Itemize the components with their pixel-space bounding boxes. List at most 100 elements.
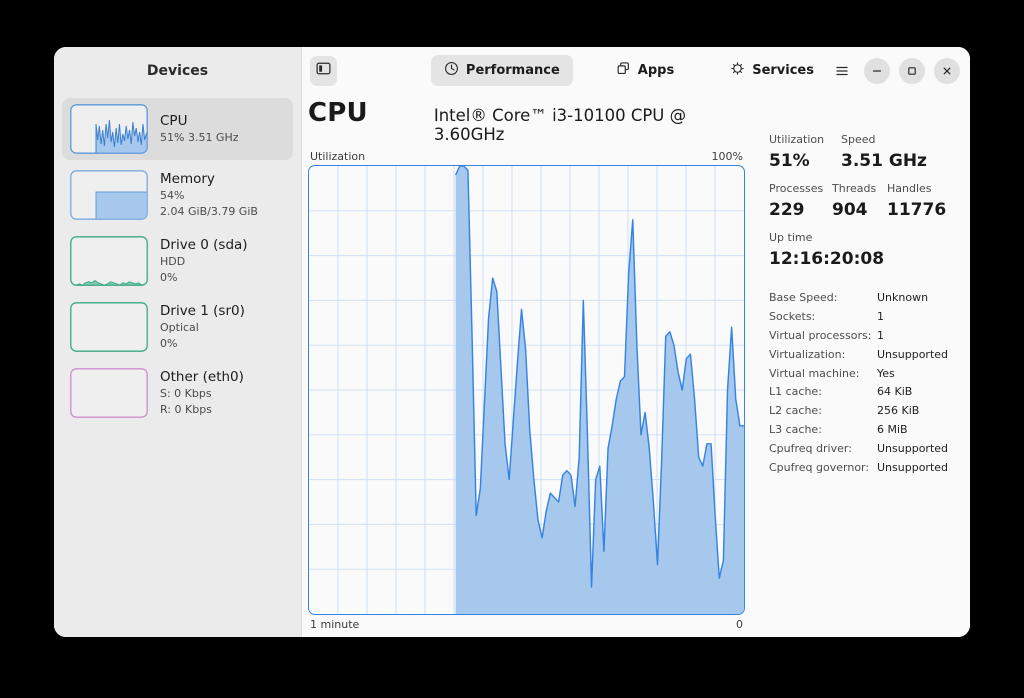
toolbar: Performance Apps — [302, 47, 970, 94]
stat-handles: Handles 11776 — [887, 181, 946, 222]
spec-value: Yes — [877, 365, 960, 384]
stat-uptime: Up time 12:16:20:08 — [769, 230, 960, 271]
stat-utilization: Utilization 51% — [769, 132, 841, 173]
spec-value: Unsupported — [877, 459, 960, 478]
stat-handles-label: Handles — [887, 181, 946, 198]
sidebar-item-drive-1-sr0[interactable]: Drive 1 (sr0)Optical0% — [62, 296, 293, 358]
minimize-icon — [871, 65, 883, 77]
spec-key: Base Speed: — [769, 289, 877, 308]
task-manager-window: Devices CPU51% 3.51 GHzMemory54%2.04 GiB… — [54, 47, 970, 637]
chart-x-end-label: 0 — [736, 618, 743, 631]
utilization-chart-svg — [309, 166, 744, 614]
stats-panel: Utilization 51% Speed 3.51 GHz Processes… — [745, 94, 960, 637]
stat-speed: Speed 3.51 GHz — [841, 132, 927, 173]
sidebar-item-other-eth0[interactable]: Other (eth0)S: 0 KbpsR: 0 Kbps — [62, 362, 293, 424]
sidebar-item-cpu[interactable]: CPU51% 3.51 GHz — [62, 98, 293, 160]
sidebar-item-text: Memory54%2.04 GiB/3.79 GiB — [160, 170, 258, 220]
chart-y-max-label: 100% — [712, 150, 743, 163]
close-button[interactable] — [934, 58, 960, 84]
window-controls — [829, 58, 960, 84]
chart-top-axis: Utilization 100% — [308, 150, 745, 165]
maximize-icon — [906, 65, 918, 77]
memory-thumbnail — [70, 170, 148, 220]
sidebar-toggle-button[interactable] — [310, 56, 337, 86]
spec-key: Cpufreq governor: — [769, 459, 877, 478]
stat-uptime-label: Up time — [769, 230, 960, 247]
spec-key: L3 cache: — [769, 421, 877, 440]
stat-processes-value: 229 — [769, 198, 832, 223]
sidebar-item-text: Drive 1 (sr0)Optical0% — [160, 302, 245, 352]
stat-processes-label: Processes — [769, 181, 832, 198]
gear-icon — [730, 61, 745, 80]
spec-key: Cpufreq driver: — [769, 440, 877, 459]
main-panel: Performance Apps — [302, 47, 970, 637]
sidebar-item-label: CPU — [160, 112, 239, 130]
sidebar-item-sub2: 0% — [160, 337, 245, 352]
tab-apps-label: Apps — [638, 63, 674, 78]
device-list: CPU51% 3.51 GHz Memory54%2.04 GiB/3.79 Gi… — [54, 94, 301, 424]
chart-x-start-label: 1 minute — [310, 618, 359, 631]
sidebar-item-text: Drive 0 (sda)HDD0% — [160, 236, 248, 286]
stat-utilization-value: 51% — [769, 149, 841, 174]
stats-row-primary: Utilization 51% Speed 3.51 GHz — [769, 132, 960, 173]
tab-bar: Performance Apps — [431, 55, 827, 86]
hamburger-menu-icon — [834, 63, 850, 79]
sidebar-item-sub1: Optical — [160, 321, 245, 336]
tab-performance[interactable]: Performance — [431, 55, 573, 86]
stat-speed-value: 3.51 GHz — [841, 149, 927, 174]
stat-threads-label: Threads — [832, 181, 887, 198]
spec-key: Sockets: — [769, 308, 877, 327]
sidebar-item-sub1: 51% 3.51 GHz — [160, 131, 239, 146]
spec-value: 6 MiB — [877, 421, 960, 440]
network-thumbnail — [70, 368, 148, 418]
gauge-icon — [444, 61, 459, 80]
cpu-spec-table: Base Speed:UnknownSockets:1Virtual proce… — [769, 289, 960, 477]
sidebar-item-label: Drive 1 (sr0) — [160, 302, 245, 320]
stat-threads-value: 904 — [832, 198, 887, 223]
tab-services-label: Services — [752, 63, 814, 78]
spec-value: Unsupported — [877, 346, 960, 365]
spec-value: 256 KiB — [877, 402, 960, 421]
stat-handles-value: 11776 — [887, 198, 946, 223]
sidebar-item-sub1: 54% — [160, 189, 258, 204]
spec-key: L2 cache: — [769, 402, 877, 421]
stats-row-secondary: Processes 229 Threads 904 Handles 11776 — [769, 181, 960, 222]
content-area: CPU Intel® Core™ i3-10100 CPU @ 3.60GHz … — [302, 94, 970, 637]
spec-key: L1 cache: — [769, 383, 877, 402]
devices-sidebar: Devices CPU51% 3.51 GHz Memory54%2.04 GiB… — [54, 47, 302, 637]
optical-drive-thumbnail — [70, 302, 148, 352]
device-heading: CPU Intel® Core™ i3-10100 CPU @ 3.60GHz — [308, 94, 745, 150]
sidebar-item-memory[interactable]: Memory54%2.04 GiB/3.79 GiB — [62, 164, 293, 226]
windows-stack-icon — [616, 61, 631, 80]
stat-threads: Threads 904 — [832, 181, 887, 222]
cpu-model-label: Intel® Core™ i3-10100 CPU @ 3.60GHz — [434, 106, 745, 144]
stat-uptime-value: 12:16:20:08 — [769, 247, 960, 272]
spec-key: Virtualization: — [769, 346, 877, 365]
stat-utilization-label: Utilization — [769, 132, 841, 149]
spec-key: Virtual processors: — [769, 327, 877, 346]
spec-value: Unsupported — [877, 440, 960, 459]
sidebar-item-text: CPU51% 3.51 GHz — [160, 112, 239, 146]
minimize-button[interactable] — [864, 58, 890, 84]
cpu-thumbnail — [70, 104, 148, 154]
page-title: CPU — [308, 98, 368, 128]
sidebar-item-sub2: 0% — [160, 271, 248, 286]
tab-services[interactable]: Services — [717, 55, 827, 86]
close-icon — [941, 65, 953, 77]
tab-apps[interactable]: Apps — [603, 55, 687, 86]
sidebar-header: Devices — [54, 47, 301, 94]
stat-processes: Processes 229 — [769, 181, 832, 222]
sidebar-item-label: Drive 0 (sda) — [160, 236, 248, 254]
utilization-chart — [308, 165, 745, 615]
hamburger-menu-button[interactable] — [829, 58, 855, 84]
spec-key: Virtual machine: — [769, 365, 877, 384]
spec-value: 64 KiB — [877, 383, 960, 402]
sidebar-item-sub1: HDD — [160, 255, 248, 270]
graph-column: CPU Intel® Core™ i3-10100 CPU @ 3.60GHz … — [302, 94, 745, 637]
sidebar-item-drive-0-sda[interactable]: Drive 0 (sda)HDD0% — [62, 230, 293, 292]
sidebar-item-text: Other (eth0)S: 0 KbpsR: 0 Kbps — [160, 368, 244, 418]
sidebar-item-sub2: 2.04 GiB/3.79 GiB — [160, 205, 258, 220]
sidebar-toggle-icon — [316, 61, 331, 80]
sidebar-item-sub1: S: 0 Kbps — [160, 387, 244, 402]
maximize-button[interactable] — [899, 58, 925, 84]
